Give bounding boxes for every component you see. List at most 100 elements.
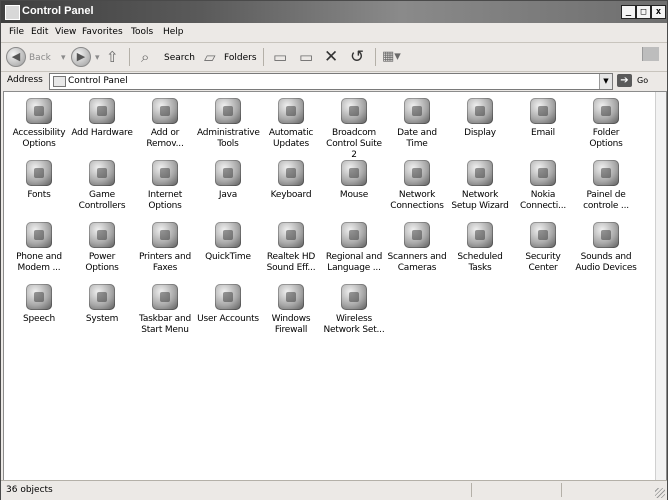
- back-icon[interactable]: ◀: [6, 47, 26, 67]
- control-panel-item[interactable]: Nokia Connecti...: [512, 160, 574, 212]
- item-label[interactable]: Scanners and Cameras: [386, 252, 448, 274]
- item-label[interactable]: Painel de controle ...: [575, 190, 637, 212]
- scanners-cameras-icon[interactable]: [404, 222, 430, 248]
- automatic-updates-icon[interactable]: [278, 98, 304, 124]
- control-panel-item[interactable]: Game Controllers: [71, 160, 133, 212]
- menu-tools[interactable]: Tools: [131, 27, 153, 37]
- resize-grip[interactable]: [655, 488, 665, 498]
- forward-icon[interactable]: ▶: [71, 47, 91, 67]
- email-icon[interactable]: [530, 98, 556, 124]
- control-panel-item[interactable]: Internet Options: [134, 160, 196, 212]
- regional-language-icon[interactable]: [341, 222, 367, 248]
- item-label[interactable]: Broadcom Control Suite 2: [323, 128, 385, 161]
- control-panel-item[interactable]: Scheduled Tasks: [449, 222, 511, 274]
- system-icon[interactable]: [89, 284, 115, 310]
- item-label[interactable]: System: [71, 314, 133, 325]
- item-label[interactable]: Speech: [8, 314, 70, 325]
- item-label[interactable]: Realtek HD Sound Eff...: [260, 252, 322, 274]
- security-center-icon[interactable]: [530, 222, 556, 248]
- control-panel-item[interactable]: Windows Firewall: [260, 284, 322, 336]
- keyboard-icon[interactable]: [278, 160, 304, 186]
- control-panel-item[interactable]: Realtek HD Sound Eff...: [260, 222, 322, 274]
- undo-icon[interactable]: ↺: [350, 48, 364, 66]
- game-controllers-icon[interactable]: [89, 160, 115, 186]
- vertical-scrollbar[interactable]: [655, 92, 666, 480]
- java-icon[interactable]: [215, 160, 241, 186]
- back-dropdown-icon[interactable]: ▾: [61, 53, 66, 63]
- item-label[interactable]: Power Options: [71, 252, 133, 274]
- menu-file[interactable]: File: [9, 27, 24, 37]
- control-panel-item[interactable]: User Accounts: [197, 284, 259, 325]
- item-label[interactable]: Windows Firewall: [260, 314, 322, 336]
- fonts-icon[interactable]: [26, 160, 52, 186]
- back-label[interactable]: Back: [29, 53, 51, 63]
- add-remove-programs-icon[interactable]: [152, 98, 178, 124]
- power-options-icon[interactable]: [89, 222, 115, 248]
- network-setup-icon[interactable]: [467, 160, 493, 186]
- control-panel-item[interactable]: Painel de controle ...: [575, 160, 637, 212]
- control-panel-item[interactable]: Add Hardware: [71, 98, 133, 139]
- menu-favorites[interactable]: Favorites: [82, 27, 123, 37]
- item-label[interactable]: Display: [449, 128, 511, 139]
- item-label[interactable]: Email: [512, 128, 574, 139]
- control-panel-item[interactable]: Email: [512, 98, 574, 139]
- printers-faxes-icon[interactable]: [152, 222, 178, 248]
- title-bar[interactable]: Control Panel _ □ x: [1, 1, 667, 23]
- folders-button[interactable]: Folders: [224, 53, 257, 63]
- control-panel-item[interactable]: Power Options: [71, 222, 133, 274]
- views-icon[interactable]: ▦▾: [382, 48, 401, 66]
- item-label[interactable]: Fonts: [8, 190, 70, 201]
- item-label[interactable]: Mouse: [323, 190, 385, 201]
- network-connections-icon[interactable]: [404, 160, 430, 186]
- sounds-audio-icon[interactable]: [593, 222, 619, 248]
- control-panel-item[interactable]: Date and Time: [386, 98, 448, 150]
- address-dropdown-icon[interactable]: ▼: [599, 74, 612, 89]
- item-label[interactable]: Accessibility Options: [8, 128, 70, 150]
- administrative-tools-icon[interactable]: [215, 98, 241, 124]
- folders-icon[interactable]: ▱: [204, 48, 216, 66]
- add-hardware-icon[interactable]: [89, 98, 115, 124]
- control-panel-item[interactable]: Network Connections: [386, 160, 448, 212]
- painel-icon[interactable]: [593, 160, 619, 186]
- item-label[interactable]: User Accounts: [197, 314, 259, 325]
- item-label[interactable]: Taskbar and Start Menu: [134, 314, 196, 336]
- item-label[interactable]: Network Setup Wizard: [449, 190, 511, 212]
- control-panel-item[interactable]: Security Center: [512, 222, 574, 274]
- menu-view[interactable]: View: [55, 27, 76, 37]
- item-label[interactable]: Printers and Faxes: [134, 252, 196, 274]
- control-panel-item[interactable]: Mouse: [323, 160, 385, 201]
- display-icon[interactable]: [467, 98, 493, 124]
- address-value[interactable]: Control Panel: [68, 76, 128, 86]
- control-panel-item[interactable]: Regional and Language ...: [323, 222, 385, 274]
- item-label[interactable]: QuickTime: [197, 252, 259, 263]
- item-label[interactable]: Nokia Connecti...: [512, 190, 574, 212]
- address-field[interactable]: Control Panel ▼: [49, 73, 613, 90]
- item-label[interactable]: Date and Time: [386, 128, 448, 150]
- scheduled-tasks-icon[interactable]: [467, 222, 493, 248]
- internet-options-icon[interactable]: [152, 160, 178, 186]
- taskbar-start-icon[interactable]: [152, 284, 178, 310]
- control-panel-item[interactable]: Phone and Modem ...: [8, 222, 70, 274]
- control-panel-item[interactable]: System: [71, 284, 133, 325]
- control-panel-item[interactable]: Taskbar and Start Menu: [134, 284, 196, 336]
- control-panel-item[interactable]: Sounds and Audio Devices: [575, 222, 637, 274]
- item-label[interactable]: Scheduled Tasks: [449, 252, 511, 274]
- item-label[interactable]: Sounds and Audio Devices: [575, 252, 637, 274]
- forward-dropdown-icon[interactable]: ▾: [95, 53, 100, 63]
- folder-options-icon[interactable]: [593, 98, 619, 124]
- windows-firewall-icon[interactable]: [278, 284, 304, 310]
- control-panel-item[interactable]: Keyboard: [260, 160, 322, 201]
- menu-help[interactable]: Help: [163, 27, 184, 37]
- wireless-network-icon[interactable]: [341, 284, 367, 310]
- move-to-icon[interactable]: ▭: [273, 48, 287, 66]
- nokia-icon[interactable]: [530, 160, 556, 186]
- item-label[interactable]: Automatic Updates: [260, 128, 322, 150]
- control-panel-item[interactable]: Scanners and Cameras: [386, 222, 448, 274]
- item-label[interactable]: Internet Options: [134, 190, 196, 212]
- control-panel-item[interactable]: Java: [197, 160, 259, 201]
- minimize-button[interactable]: _: [621, 5, 636, 19]
- control-panel-item[interactable]: Wireless Network Set...: [323, 284, 385, 336]
- control-panel-item[interactable]: QuickTime: [197, 222, 259, 263]
- accessibility-icon[interactable]: [26, 98, 52, 124]
- close-button[interactable]: x: [651, 5, 666, 19]
